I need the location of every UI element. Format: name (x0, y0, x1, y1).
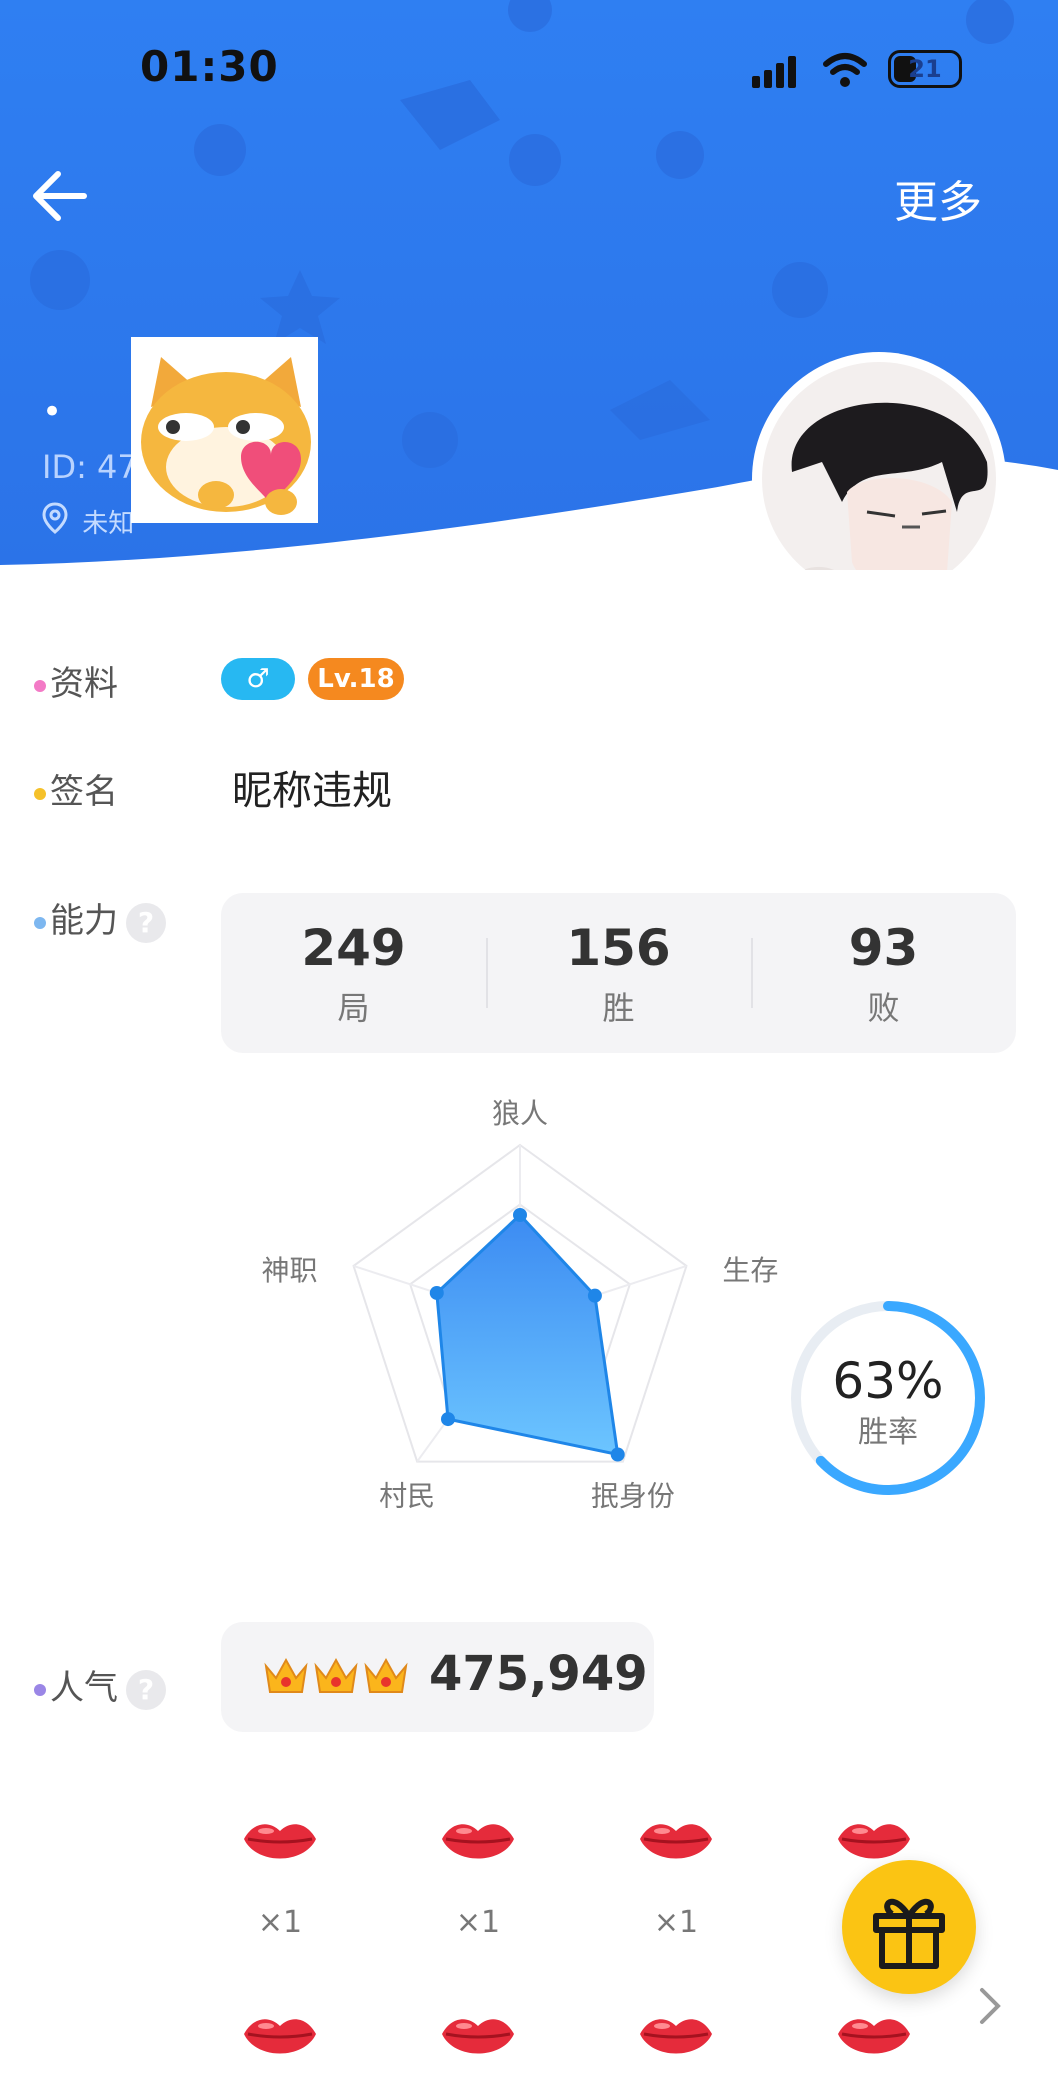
ability-label: 能力 (50, 901, 118, 941)
help-icon[interactable]: ? (126, 902, 166, 943)
popularity-label-row: 人气? (34, 1660, 166, 1710)
status-time: 01:30 (140, 42, 279, 91)
chevron-right-icon[interactable] (976, 1984, 1004, 2032)
radar-axis-label: 生存 (722, 1254, 778, 1287)
yellow-dot (34, 787, 46, 800)
arrow-left-icon (33, 171, 87, 221)
avatar[interactable] (752, 352, 1006, 570)
stat-losses: 93 败 (751, 919, 1016, 1029)
popularity-box: 475,949 (221, 1622, 654, 1732)
ability-radar-chart: 狼人生存抿身份 村民 神职 (262, 1097, 779, 1513)
wifi-icon (822, 50, 868, 92)
gift-button[interactable] (842, 1860, 976, 1994)
popularity-value: 475,949 (429, 1646, 648, 1702)
purple-dot (34, 1683, 46, 1696)
signature-label: 签名 (50, 772, 118, 812)
gift-item[interactable]: ×1 (240, 1815, 320, 1940)
win-rate-label: 胜率 (858, 1415, 918, 1450)
gift-item[interactable]: ×1 (438, 1815, 518, 1940)
gift-count: ×1 (455, 1905, 501, 1940)
gift-count: ×1 (653, 1905, 699, 1940)
gift-item[interactable] (834, 2010, 914, 2070)
lips-icon (240, 2010, 320, 2070)
profile-label-row: 资料 (34, 656, 118, 705)
win-rate-value: 63% (832, 1352, 943, 1410)
lips-icon (636, 2010, 716, 2070)
lips-icon (240, 1815, 320, 1875)
location-pin-icon (42, 502, 68, 541)
stat-wins-label: 胜 (602, 989, 635, 1027)
ability-label-row: 能力? (34, 893, 166, 943)
profile-header: 01:30 21 更多 • ID: 47 未知 (0, 0, 1058, 570)
gender-badge: ♂ (221, 658, 295, 700)
stat-wins: 156 胜 (486, 919, 751, 1029)
signature-label-row: 签名 (34, 764, 118, 813)
user-id: ID: 47 (42, 448, 138, 486)
pink-dot (34, 679, 46, 692)
gift-icon (873, 1898, 945, 1969)
nickname: • (42, 392, 63, 432)
radar-point (587, 1288, 602, 1303)
gift-item[interactable] (240, 2010, 320, 2070)
radar-axis-label: 抿身份 (591, 1480, 675, 1513)
stat-games-label: 局 (337, 989, 370, 1027)
location: 未知 (42, 502, 134, 541)
crown-icon (263, 1656, 309, 1700)
crown-icon (363, 1656, 409, 1700)
lips-icon (438, 2010, 518, 2070)
stat-losses-value: 93 (848, 919, 919, 977)
location-text: 未知 (82, 509, 135, 539)
profile-label: 资料 (50, 664, 118, 704)
radar-point (440, 1412, 455, 1427)
help-icon[interactable]: ? (126, 1669, 166, 1710)
radar-point (429, 1285, 444, 1300)
more-button[interactable]: 更多 (894, 166, 982, 230)
gift-item[interactable]: ×1 (636, 1815, 716, 1940)
gift-grid-row-2 (240, 2010, 1040, 2074)
lips-icon (834, 2010, 914, 2070)
stat-losses-label: 败 (867, 989, 900, 1027)
radar-axis-label: 村民 (379, 1480, 435, 1513)
radar-point (513, 1208, 527, 1222)
radar-axis-label: 狼人 (492, 1097, 548, 1130)
back-button[interactable] (30, 168, 90, 224)
blue-dot (34, 916, 46, 929)
lips-icon (438, 1815, 518, 1875)
signal-icon (752, 54, 804, 92)
battery-icon: 21 (888, 50, 962, 88)
radar-axis-label: 神职 (262, 1254, 318, 1287)
level-badge: Lv.18 (308, 658, 404, 700)
battery-level: 21 (908, 55, 942, 83)
shiba-heart-sticker (131, 337, 318, 523)
lips-icon (636, 1815, 716, 1875)
crowns (263, 1656, 413, 1700)
popularity-label: 人气 (50, 1668, 118, 1708)
win-rate-ring: 63% 胜率 (791, 1301, 985, 1495)
stat-games: 249 局 (221, 919, 486, 1029)
stat-games-value: 249 (301, 919, 406, 977)
gift-count: ×1 (257, 1905, 303, 1940)
signature-text: 昵称违规 (232, 768, 392, 814)
radar-point (610, 1447, 625, 1462)
gift-item[interactable] (636, 2010, 716, 2070)
stats-panel: 249 局 156 胜 93 败 (221, 893, 1016, 1053)
stat-wins-value: 156 (566, 919, 671, 977)
crown-icon (313, 1656, 359, 1700)
radar-value-area (435, 1212, 620, 1457)
gift-item[interactable] (438, 2010, 518, 2070)
